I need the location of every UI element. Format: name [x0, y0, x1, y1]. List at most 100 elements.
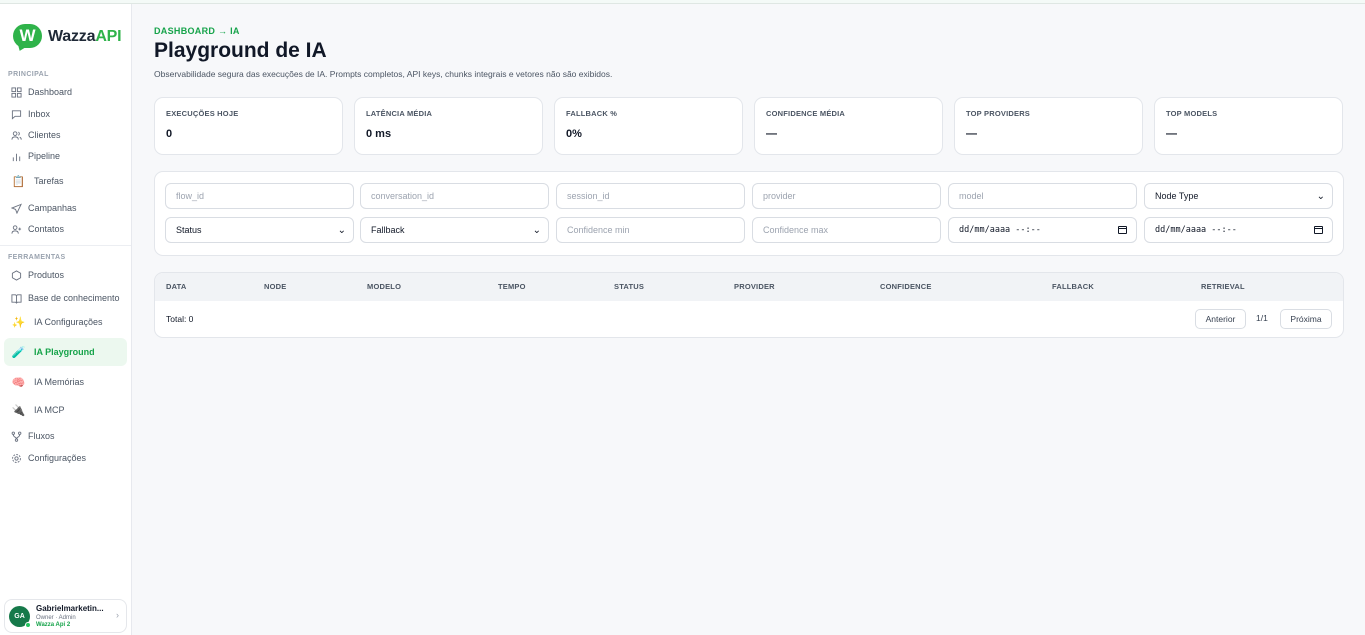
page-title: Playground de IA: [154, 39, 327, 62]
sidebar-item-ia-mcp[interactable]: 🔌 IA MCP: [4, 400, 127, 420]
stat-label: TOP PROVIDERS: [966, 109, 1031, 118]
brain-icon: 🧠: [11, 376, 26, 389]
sidebar-item-label: Campanhas: [28, 203, 77, 213]
flow-icon: [10, 430, 22, 442]
sidebar-item-inbox[interactable]: Inbox: [4, 104, 127, 124]
stat-label: EXECUÇÕES HOJE: [166, 109, 239, 118]
filters-panel: flow_id conversation_id session_id provi…: [154, 171, 1344, 256]
chat-icon: [10, 108, 22, 120]
avatar: GA: [9, 605, 31, 628]
sidebar-item-base-de-conhecimento[interactable]: Base de conhecimento: [4, 288, 127, 308]
chevron-down-icon: ⌄: [532, 224, 541, 236]
stat-value: 0 ms: [366, 128, 392, 140]
users-icon: [10, 129, 22, 141]
session-id-input[interactable]: session_id: [556, 183, 745, 209]
whatsapp-logo-icon: W: [13, 24, 43, 53]
stat-value: 0: [166, 128, 173, 140]
column-header-data[interactable]: DATA: [166, 282, 187, 291]
sidebar-item-label: Configurações: [28, 453, 87, 463]
sidebar-item-label: Inbox: [28, 109, 51, 119]
stat-card-execucoes-hoje: EXECUÇÕES HOJE 0: [154, 97, 343, 155]
sidebar-item-fluxos[interactable]: Fluxos: [4, 426, 127, 446]
sidebar-item-label: IA Configurações: [34, 317, 103, 327]
date-to-input[interactable]: dd/mm/aaaa --:--: [1144, 217, 1333, 243]
user-account-card[interactable]: GA Gabrielmarketin... Owner · Admin Wazz…: [4, 599, 127, 633]
chevron-down-icon: ⌄: [337, 224, 346, 236]
fallback-select-value: Fallback: [371, 225, 405, 235]
user-role: Owner · Admin: [36, 614, 76, 621]
sidebar-item-label: Clientes: [28, 130, 61, 140]
column-header-status[interactable]: STATUS: [614, 282, 644, 291]
stat-card-top-providers: TOP PROVIDERS —: [954, 97, 1143, 155]
fallback-select[interactable]: Fallback ⌄: [360, 217, 549, 243]
column-header-retrieval[interactable]: RETRIEVAL: [1201, 282, 1245, 291]
sidebar-item-label: Tarefas: [34, 176, 64, 186]
stat-card-latencia-media: LATÊNCIA MÉDIA 0 ms: [354, 97, 543, 155]
plug-icon: 🔌: [11, 404, 26, 417]
sidebar-item-campanhas[interactable]: Campanhas: [4, 198, 127, 218]
send-icon: [10, 202, 22, 214]
column-header-confidence[interactable]: CONFIDENCE: [880, 282, 932, 291]
box-icon: [10, 269, 22, 281]
chevron-right-icon: ›: [116, 610, 119, 620]
stat-value: —: [1166, 128, 1177, 140]
column-header-provider[interactable]: PROVIDER: [734, 282, 775, 291]
section-label-ferramentas: FERRAMENTAS: [8, 254, 66, 261]
column-header-node[interactable]: NODE: [264, 282, 286, 291]
date-from-value: dd/mm/aaaa --:--: [959, 225, 1041, 235]
chevron-down-icon: ⌄: [1316, 190, 1325, 202]
sidebar-item-ia-configuracoes[interactable]: ✨ IA Configurações: [4, 312, 127, 332]
sidebar-item-ia-playground[interactable]: 🧪 IA Playground: [4, 338, 127, 366]
node-type-select[interactable]: Node Type ⌄: [1144, 183, 1333, 209]
stat-value: 0%: [566, 128, 582, 140]
previous-page-button[interactable]: Anterior: [1195, 309, 1246, 329]
sidebar-item-pipeline[interactable]: Pipeline: [4, 146, 127, 166]
sidebar-item-label: Base de conhecimento: [28, 293, 120, 303]
date-from-input[interactable]: dd/mm/aaaa --:--: [948, 217, 1137, 243]
stat-card-confidence-media: CONFIDENCE MÉDIA —: [754, 97, 943, 155]
date-to-value: dd/mm/aaaa --:--: [1155, 225, 1237, 235]
stat-label: TOP MODELS: [1166, 109, 1218, 118]
sidebar-item-label: Pipeline: [28, 151, 61, 161]
sidebar-item-clientes[interactable]: Clientes: [4, 125, 127, 145]
stat-value: —: [966, 128, 977, 140]
sidebar-item-dashboard[interactable]: Dashboard: [4, 82, 127, 102]
sidebar-item-tarefas[interactable]: 📋 Tarefas: [4, 171, 127, 191]
status-select-value: Status: [176, 225, 202, 235]
bar-chart-icon: [10, 150, 22, 162]
clipboard-icon: 📋: [11, 175, 26, 188]
confidence-max-input[interactable]: Confidence max: [752, 217, 941, 243]
stat-label: LATÊNCIA MÉDIA: [366, 109, 433, 118]
sidebar-divider: [0, 245, 131, 246]
brand-logo[interactable]: W WazzaAPI: [13, 24, 122, 53]
sparkles-icon: ✨: [11, 316, 26, 329]
sidebar-item-ia-memorias[interactable]: 🧠 IA Memórias: [4, 372, 127, 392]
user-plus-icon: [10, 223, 22, 235]
sidebar-item-label: IA Playground: [34, 347, 95, 357]
user-org: Wazza Api 2: [36, 621, 71, 628]
model-input[interactable]: model: [948, 183, 1137, 209]
calendar-icon[interactable]: [1118, 226, 1127, 234]
sidebar-item-contatos[interactable]: Contatos: [4, 219, 127, 239]
stat-card-fallback: FALLBACK % 0%: [554, 97, 743, 155]
column-header-fallback[interactable]: FALLBACK: [1052, 282, 1094, 291]
sidebar-item-produtos[interactable]: Produtos: [4, 265, 127, 285]
sidebar-item-label: Fluxos: [28, 431, 55, 441]
sidebar-item-label: Dashboard: [28, 87, 73, 97]
calendar-icon[interactable]: [1314, 226, 1323, 234]
sidebar: W WazzaAPI PRINCIPAL Dashboard Inbox Cli…: [0, 4, 132, 635]
top-border: [0, 0, 1365, 4]
stat-value: —: [766, 128, 777, 140]
status-select[interactable]: Status ⌄: [165, 217, 354, 243]
user-name: Gabrielmarketin...: [36, 603, 104, 613]
column-header-modelo[interactable]: MODELO: [367, 282, 401, 291]
next-page-button[interactable]: Próxima: [1280, 309, 1332, 329]
confidence-min-input[interactable]: Confidence min: [556, 217, 745, 243]
sidebar-item-configuracoes[interactable]: Configurações: [4, 448, 127, 468]
provider-input[interactable]: provider: [752, 183, 941, 209]
conversation-id-input[interactable]: conversation_id: [360, 183, 549, 209]
sidebar-item-label: IA Memórias: [34, 377, 85, 387]
flow-id-input[interactable]: flow_id: [165, 183, 354, 209]
column-header-tempo[interactable]: TEMPO: [498, 282, 526, 291]
breadcrumb: DASHBOARD → IA: [154, 26, 240, 36]
